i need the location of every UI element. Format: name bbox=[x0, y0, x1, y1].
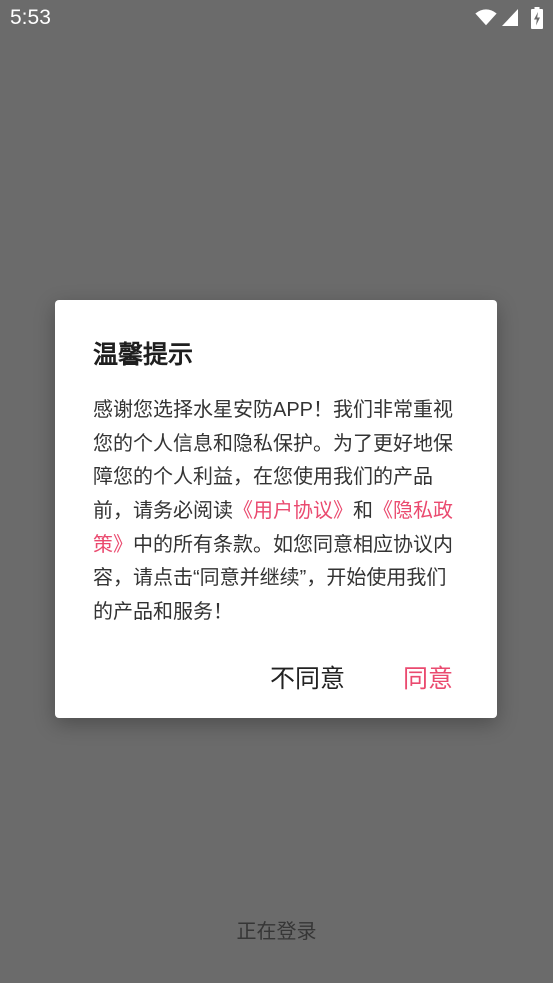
message-line: 您的个人信息和隐私保护。为了更好地保 bbox=[93, 428, 473, 462]
login-status-text: 正在登录 bbox=[236, 921, 317, 943]
accept-button[interactable]: 同意 bbox=[391, 655, 465, 703]
dimmed-background-scrim: 5:53 正在登录 温馨提示 感谢您选择水星安防APP！我们非常重视 您的个人信… bbox=[0, 0, 553, 983]
decline-button[interactable]: 不同意 bbox=[258, 655, 357, 703]
privacy-policy-link[interactable]: 《隐私政 bbox=[373, 500, 453, 522]
message-text: 容，请点击“同意并继续”，开始使用我们 bbox=[93, 567, 447, 590]
message-line: 感谢您选择水星安防APP！我们非常重视 bbox=[93, 394, 473, 428]
privacy-policy-link-continued[interactable]: 策》 bbox=[93, 534, 133, 556]
cellular-signal-icon bbox=[502, 9, 518, 26]
message-text: 障您的个人利益，在您使用我们的产品 bbox=[93, 466, 433, 489]
user-agreement-link[interactable]: 《用户协议》 bbox=[233, 500, 353, 522]
wifi-icon bbox=[475, 9, 497, 26]
battery-charging-icon bbox=[531, 7, 543, 29]
message-line: 容，请点击“同意并继续”，开始使用我们 bbox=[93, 562, 473, 596]
message-line: 的产品和服务！ bbox=[93, 596, 473, 630]
message-line: 策》中的所有条款。如您同意相应协议内 bbox=[93, 529, 473, 563]
dialog-title: 温馨提示 bbox=[93, 341, 194, 369]
message-text: 您的个人信息和隐私保护。为了更好地保 bbox=[93, 432, 453, 455]
message-line: 障您的个人利益，在您使用我们的产品 bbox=[93, 461, 473, 495]
message-text: 的产品和服务！ bbox=[93, 601, 233, 624]
message-line: 前，请务必阅读《用户协议》和《隐私政 bbox=[93, 495, 473, 529]
message-text: 中的所有条款。如您同意相应协议内 bbox=[133, 533, 453, 556]
status-time: 5:53 bbox=[10, 6, 51, 29]
privacy-consent-dialog: 温馨提示 感谢您选择水星安防APP！我们非常重视 您的个人信息和隐私保护。为了更… bbox=[55, 300, 497, 718]
message-text: 前，请务必阅读 bbox=[93, 500, 233, 523]
message-text: 和 bbox=[353, 500, 373, 523]
message-text: 感谢您选择水星安防APP！我们非常重视 bbox=[93, 399, 454, 421]
dialog-message: 感谢您选择水星安防APP！我们非常重视 您的个人信息和隐私保护。为了更好地保 障… bbox=[93, 394, 473, 630]
status-bar: 5:53 bbox=[0, 0, 553, 36]
